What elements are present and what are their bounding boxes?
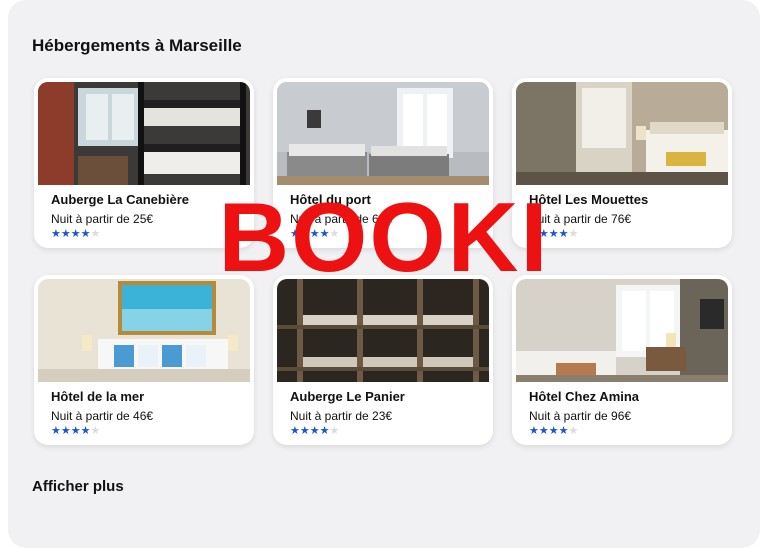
listing-card[interactable]: Hôtel Chez Amina Nuit à partir de 96€ ★★… [512, 275, 732, 445]
listing-card[interactable]: Auberge Le Panier Nuit à partir de 23€ ★… [273, 275, 493, 445]
listing-photo [516, 82, 728, 185]
listing-card[interactable]: Hôtel Les Mouettes Nuit à partir de 76€ … [512, 78, 732, 248]
listing-name: Hôtel Les Mouettes [529, 192, 649, 207]
star-filled-icon: ★ [290, 425, 300, 437]
listings-panel: Hébergements à Marseille Auberge La Cane… [8, 0, 760, 548]
star-filled-icon: ★ [558, 228, 569, 240]
star-empty-icon: ★ [90, 228, 101, 240]
star-filled-icon: ★ [80, 228, 91, 240]
star-filled-icon: ★ [309, 228, 320, 240]
listing-photo [38, 82, 250, 185]
star-filled-icon: ★ [51, 228, 61, 240]
listing-price: Nuit à partir de 46€ [51, 409, 154, 423]
listing-photo [516, 279, 728, 382]
star-filled-icon: ★ [290, 228, 300, 240]
star-filled-icon: ★ [548, 425, 559, 437]
listings-grid: Auberge La Canebière Nuit à partir de 25… [34, 78, 732, 445]
star-filled-icon: ★ [529, 425, 539, 437]
listing-photo [277, 279, 489, 382]
star-filled-icon: ★ [70, 228, 81, 240]
show-more-link[interactable]: Afficher plus [32, 478, 124, 495]
listing-card[interactable]: Hôtel de la mer Nuit à partir de 46€ ★★★… [34, 275, 254, 445]
listing-card[interactable]: Hôtel du port Nuit à partir de 62€ ★★★★★ [273, 78, 493, 248]
listing-name: Auberge Le Panier [290, 389, 405, 404]
star-filled-icon: ★ [80, 425, 91, 437]
listing-name: Hôtel Chez Amina [529, 389, 640, 404]
star-filled-icon: ★ [309, 425, 320, 437]
listing-price: Nuit à partir de 25€ [51, 212, 154, 226]
listing-price: Nuit à partir de 76€ [529, 212, 632, 226]
section-title: Hébergements à Marseille [32, 36, 242, 55]
rating-stars: ★★★★★ [529, 229, 578, 240]
listing-price: Nuit à partir de 62€ [290, 212, 393, 226]
star-filled-icon: ★ [70, 425, 81, 437]
star-filled-icon: ★ [299, 425, 310, 437]
star-empty-icon: ★ [90, 425, 101, 437]
star-empty-icon: ★ [329, 425, 340, 437]
star-filled-icon: ★ [548, 228, 559, 240]
star-filled-icon: ★ [538, 228, 549, 240]
listing-name: Hôtel du port [290, 192, 371, 207]
listing-price: Nuit à partir de 96€ [529, 409, 632, 423]
star-filled-icon: ★ [51, 425, 61, 437]
star-filled-icon: ★ [60, 425, 71, 437]
star-filled-icon: ★ [319, 228, 330, 240]
rating-stars: ★★★★★ [290, 229, 339, 240]
star-filled-icon: ★ [538, 425, 549, 437]
listing-name: Auberge La Canebière [51, 192, 189, 207]
star-filled-icon: ★ [529, 228, 539, 240]
star-empty-icon: ★ [568, 228, 579, 240]
rating-stars: ★★★★★ [290, 426, 339, 437]
star-filled-icon: ★ [299, 228, 310, 240]
star-filled-icon: ★ [558, 425, 569, 437]
listing-photo [38, 279, 250, 382]
star-empty-icon: ★ [568, 425, 579, 437]
rating-stars: ★★★★★ [51, 426, 100, 437]
star-empty-icon: ★ [329, 228, 340, 240]
star-filled-icon: ★ [319, 425, 330, 437]
rating-stars: ★★★★★ [51, 229, 100, 240]
listing-card[interactable]: Auberge La Canebière Nuit à partir de 25… [34, 78, 254, 248]
listing-name: Hôtel de la mer [51, 389, 145, 404]
listing-photo [277, 82, 489, 185]
rating-stars: ★★★★★ [529, 426, 578, 437]
star-filled-icon: ★ [60, 228, 71, 240]
listing-price: Nuit à partir de 23€ [290, 409, 393, 423]
